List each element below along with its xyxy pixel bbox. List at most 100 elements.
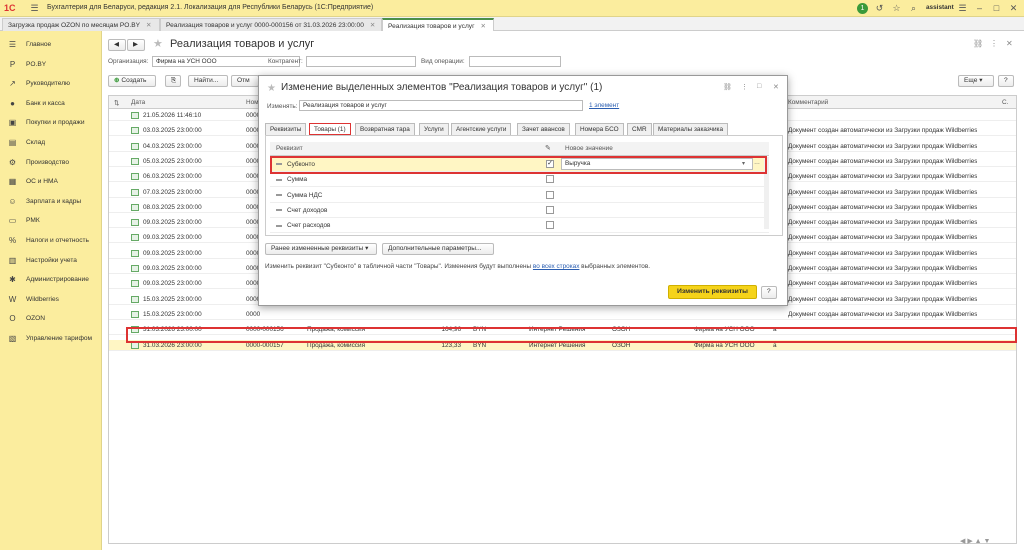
cell-comment: Документ создан автоматически из Загрузк…	[788, 265, 978, 272]
sidebar-icon: ☰	[8, 40, 17, 49]
sidebar-item-0[interactable]: ☰ Главное	[0, 38, 102, 52]
prop-row[interactable]: Сумма НДС	[270, 188, 769, 203]
tab-realization-list[interactable]: Реализация товаров и услуг ✕	[382, 18, 494, 31]
dialog-help-button[interactable]: ?	[761, 286, 777, 299]
close-icon[interactable]: ✕	[773, 83, 779, 91]
sidebar-item-5[interactable]: ▤ Склад	[0, 136, 102, 150]
history-icon[interactable]: ↺	[874, 3, 885, 14]
prop-row[interactable]: Счет расходов	[270, 218, 769, 234]
search-icon[interactable]: ⌕	[908, 3, 919, 14]
tab-customer-materials[interactable]: Материалы заказчика	[653, 123, 729, 135]
tab-agent-services[interactable]: Агентские услуги	[451, 123, 512, 135]
cell-date: 09.03.2025 23:00:00	[143, 280, 202, 288]
tab-bso-numbers[interactable]: Номера БСО	[575, 123, 624, 135]
more-button[interactable]: Еще ▾	[958, 75, 994, 87]
help-button[interactable]: ?	[998, 75, 1014, 87]
find-button[interactable]: Найти...	[188, 75, 228, 87]
col-c[interactable]: С.	[1002, 99, 1008, 106]
favorite-star-icon[interactable]: ★	[267, 83, 276, 94]
sidebar-item-13[interactable]: W Wildberries	[0, 293, 102, 307]
favorite-star-icon[interactable]: ★	[153, 37, 163, 50]
app-title: Бухгалтерия для Беларуси, редакция 2.1. …	[47, 4, 374, 11]
counterparty-label: Контрагент:	[268, 58, 303, 65]
counterparty-field[interactable]	[306, 56, 416, 67]
user-name[interactable]: assistant	[926, 4, 954, 11]
sidebar-item-12[interactable]: ✱ Администрирование	[0, 273, 102, 287]
optype-field[interactable]	[469, 56, 561, 67]
cell-comment: Документ создан автоматически из Загрузк…	[788, 188, 978, 196]
table-row[interactable]: 15.03.2025 23:00:00 0000 Документ создан а…	[109, 309, 1016, 320]
change-type-field[interactable]: Реализация товаров и услуг	[299, 100, 583, 111]
sidebar-item-11[interactable]: ▥ Настройки учета	[0, 254, 102, 268]
tab-realization-156[interactable]: Реализация товаров и услуг 0000-000156 о…	[160, 18, 382, 31]
tab-returnable-tare[interactable]: Возвратная тара	[355, 123, 415, 135]
elements-count-link[interactable]: 1 элемент	[589, 102, 619, 109]
link-icon[interactable]: ⛓	[973, 39, 983, 48]
tab-services[interactable]: Услуги	[419, 123, 449, 135]
sidebar-icon: ▤	[8, 138, 17, 147]
more-icon[interactable]: ☰	[957, 3, 968, 14]
prop-row[interactable]: Сумма	[270, 172, 769, 188]
close-icon[interactable]: ✕	[1008, 3, 1019, 14]
prop-checkbox[interactable]	[546, 221, 554, 230]
sidebar-item-15[interactable]: ▧ Управление тарифом	[0, 332, 102, 346]
tab-advances[interactable]: Зачет авансов	[517, 123, 570, 135]
cell-number: 0000	[246, 310, 261, 318]
copy-button[interactable]: ⎘	[165, 75, 181, 87]
sort-icon[interactable]: ⇅	[114, 99, 119, 107]
cell-date: 06.03.2025 23:00:00	[143, 173, 202, 181]
favorites-icon[interactable]: ☆	[891, 3, 902, 14]
scroll-controls[interactable]: ◀ ▶ ▲ ▼	[960, 537, 990, 545]
close-icon[interactable]: ✕	[370, 22, 376, 29]
close-icon[interactable]: ✕	[1006, 39, 1013, 48]
sidebar-item-10[interactable]: % Налоги и отчетность	[0, 234, 102, 248]
cancel-search-button[interactable]: Отм	[231, 75, 259, 87]
prop-name-text: Сумма НДС	[287, 191, 323, 199]
minimize-icon[interactable]: –	[974, 3, 985, 14]
sidebar-item-4[interactable]: ▣ Покупки и продажи	[0, 116, 102, 130]
sidebar-item-3[interactable]: ● Банк и касса	[0, 97, 102, 111]
sidebar-icon: ⚙	[8, 157, 17, 167]
cell-date: 15.03.2025 23:00:00	[143, 310, 202, 318]
tab-goods[interactable]: Товары (1)	[309, 123, 351, 135]
more-icon[interactable]: ⋮	[990, 39, 998, 48]
sidebar-item-7[interactable]: ▦ ОС и НМА	[0, 175, 102, 189]
sidebar-item-2[interactable]: ↗ Руководителю	[0, 77, 102, 91]
tab-cmr[interactable]: CMR	[627, 123, 652, 135]
prop-checkbox[interactable]	[546, 205, 554, 214]
document-icon	[131, 310, 139, 318]
tab-ozon-load[interactable]: Загрузка продаж OZON по месяцам PO.BY ✕	[2, 18, 160, 31]
prop-checkbox[interactable]	[546, 175, 554, 184]
maximize-icon[interactable]: □	[757, 83, 761, 90]
extra-params-button[interactable]: Дополнительные параметры...	[382, 243, 494, 255]
notifications-icon[interactable]: 1	[857, 3, 868, 14]
menu-icon[interactable]: ☰	[29, 3, 40, 14]
col-new-value: Новое значение	[565, 145, 613, 152]
sidebar-item-14[interactable]: O OZON	[0, 312, 102, 326]
close-icon[interactable]: ✕	[481, 23, 487, 30]
back-button[interactable]: ◀	[108, 39, 126, 51]
cell-comment: Документ создан автоматически из Загрузк…	[788, 249, 978, 257]
sidebar-item-9[interactable]: ▭ РМК	[0, 214, 102, 228]
prop-row[interactable]: Счет доходов	[270, 203, 769, 218]
sidebar-item-1[interactable]: P PO.BY	[0, 58, 102, 72]
forward-button[interactable]: ▶	[127, 39, 145, 51]
prev-changed-button[interactable]: Ранее измененные реквизиты ▾	[265, 243, 377, 255]
more-icon[interactable]: ⋮	[741, 83, 748, 91]
prop-checkbox[interactable]	[546, 190, 554, 199]
apply-changes-button[interactable]: Изменить реквизиты	[668, 285, 757, 299]
all-rows-link[interactable]: во всех строках	[533, 263, 579, 270]
tab-requisites[interactable]: Реквизиты	[265, 123, 307, 135]
sidebar-item-8[interactable]: ☺ Зарплата и кадры	[0, 195, 102, 209]
maximize-icon[interactable]: □	[991, 3, 1002, 14]
col-comment[interactable]: Комментарий	[788, 99, 828, 106]
create-button[interactable]: ⊕ Создать	[108, 75, 156, 87]
col-date[interactable]: Дата	[131, 99, 145, 106]
link-icon[interactable]: ⛓	[723, 83, 732, 91]
cell-date: 09.03.2025 23:00:00	[143, 265, 202, 272]
col-number[interactable]: Ном	[246, 99, 259, 106]
sidebar-item-6[interactable]: ⚙ Производство	[0, 156, 102, 170]
prop-name-text: Счет доходов	[287, 206, 328, 214]
close-icon[interactable]: ✕	[146, 22, 152, 29]
sidebar-icon: ✱	[9, 275, 16, 285]
